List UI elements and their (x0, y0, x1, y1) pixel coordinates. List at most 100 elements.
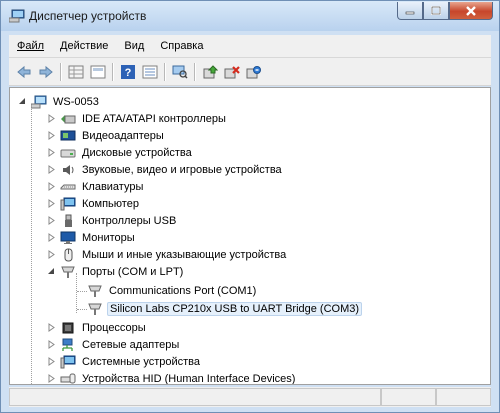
expand-arrow-icon[interactable] (47, 114, 56, 123)
properties-grid-icon[interactable] (68, 64, 84, 80)
device-tree[interactable]: WS-0053 IDE ATA/ATAPI контроллеры Видеоа… (9, 87, 491, 385)
tree-item-label: Порты (COM и LPT) (82, 265, 184, 278)
tree-item-label: Дисковые устройства (82, 146, 192, 159)
tree-item[interactable]: Компьютер (47, 195, 141, 212)
computer-icon (31, 95, 47, 108)
toolbar-separator (194, 62, 196, 81)
update-driver-icon[interactable] (202, 64, 218, 80)
tree-root[interactable]: WS-0053 (18, 93, 101, 110)
toolbar: ? (9, 58, 491, 86)
expand-arrow-icon[interactable] (47, 182, 56, 191)
tree-item-label: Звуковые, видео и игровые устройства (82, 163, 282, 176)
tree-item[interactable]: Контроллеры USB (47, 212, 178, 229)
system-device-icon (60, 355, 76, 368)
title-bar[interactable]: Диспетчер устройств (1, 1, 499, 31)
expand-arrow-icon[interactable] (47, 216, 56, 225)
expand-arrow-icon[interactable] (47, 233, 56, 242)
monitor-icon (60, 231, 76, 244)
tree-connector (77, 291, 87, 292)
disable-device-icon[interactable] (246, 64, 262, 80)
tree-item[interactable]: IDE ATA/ATAPI контроллеры (47, 110, 228, 127)
menu-file[interactable]: Файл (9, 40, 52, 52)
svg-text:?: ? (125, 67, 132, 79)
hid-icon (60, 373, 76, 383)
tree-item-label: Клавиатуры (82, 180, 144, 193)
status-cell-secondary (381, 388, 436, 406)
expand-arrow-icon[interactable] (47, 199, 56, 208)
tree-item-label: Процессоры (82, 321, 146, 334)
device-manager-window: Диспетчер устройств Файл Действие Вид Сп… (0, 0, 500, 413)
tree-item[interactable]: Процессоры (47, 319, 148, 336)
tree-item-label: Мыши и иные указывающие устройства (82, 248, 287, 261)
close-icon (466, 5, 476, 16)
port-icon (88, 303, 102, 315)
tree-item-label: Устройства HID (Human Interface Devices) (82, 372, 296, 385)
speaker-icon (63, 164, 74, 175)
tree-child-label: Silicon Labs CP210x USB to UART Bridge (… (107, 301, 363, 316)
keyboard-icon (60, 184, 76, 189)
display-adapter-icon (60, 130, 76, 140)
window-title: Диспетчер устройств (29, 9, 147, 23)
tree-item-label: IDE ATA/ATAPI контроллеры (82, 112, 226, 125)
toolbar-separator (112, 62, 114, 81)
port-icon (61, 266, 75, 278)
tree-item[interactable]: Сетевые адаптеры (47, 336, 181, 353)
menu-action[interactable]: Действие (52, 40, 116, 52)
toolbar-separator (60, 62, 62, 81)
list-view-icon[interactable] (142, 64, 158, 80)
expand-arrow-icon[interactable] (47, 357, 56, 366)
disk-drive-icon (60, 149, 76, 157)
tree-child-item-selected[interactable]: Silicon Labs CP210x USB to UART Bridge (… (87, 300, 363, 317)
tree-child-label: Communications Port (COM1) (109, 284, 257, 297)
minimize-button[interactable] (397, 2, 423, 20)
tree-connector (31, 106, 32, 384)
collapse-arrow-icon[interactable] (18, 97, 27, 106)
expand-arrow-icon[interactable] (47, 374, 56, 383)
scan-hardware-icon[interactable] (172, 64, 188, 80)
expand-arrow-icon[interactable] (47, 250, 56, 259)
tree-item[interactable]: Устройства HID (Human Interface Devices) (47, 370, 297, 385)
uninstall-icon[interactable] (224, 64, 240, 80)
processor-icon (62, 322, 74, 333)
tree-item[interactable]: Клавиатуры (47, 178, 145, 195)
maximize-icon (431, 6, 441, 15)
expand-arrow-icon[interactable] (47, 131, 56, 140)
back-arrow-icon[interactable] (16, 64, 32, 80)
tree-root-label: WS-0053 (53, 95, 99, 108)
tree-item-label: Контроллеры USB (82, 214, 177, 227)
close-button[interactable] (449, 2, 493, 20)
tree-item[interactable]: Системные устройства (47, 353, 202, 370)
tree-item[interactable]: Видеоадаптеры (47, 127, 166, 144)
tree-item-label: Мониторы (82, 231, 135, 244)
details-icon[interactable] (90, 64, 106, 80)
menu-view[interactable]: Вид (116, 40, 152, 52)
expand-arrow-icon[interactable] (47, 148, 56, 157)
status-bar (9, 387, 491, 407)
tree-item[interactable]: Мониторы (47, 229, 137, 246)
device-manager-icon (9, 9, 25, 23)
tree-item-label: Системные устройства (82, 355, 201, 368)
expand-arrow-icon[interactable] (47, 165, 56, 174)
tree-item-label: Компьютер (82, 197, 139, 210)
ide-controller-icon (61, 114, 76, 123)
menu-bar: Файл Действие Вид Справка (9, 35, 491, 58)
menu-help[interactable]: Справка (152, 40, 211, 52)
tree-connector (77, 309, 87, 310)
tree-item-label: Видеоадаптеры (82, 129, 164, 142)
help-icon[interactable]: ? (120, 64, 136, 80)
maximize-button[interactable] (423, 2, 449, 20)
tree-item-expanded[interactable]: Порты (COM и LPT) (47, 263, 185, 280)
collapse-arrow-icon[interactable] (47, 267, 56, 276)
mouse-icon (64, 248, 73, 261)
tree-item[interactable]: Дисковые устройства (47, 144, 194, 161)
expand-arrow-icon[interactable] (47, 323, 56, 332)
tree-item[interactable]: Звуковые, видео и игровые устройства (47, 161, 284, 178)
expand-arrow-icon[interactable] (47, 340, 56, 349)
status-cell-tertiary (436, 388, 491, 406)
caption-buttons (397, 2, 493, 22)
tree-item[interactable]: Мыши и иные указывающие устройства (47, 246, 288, 263)
forward-arrow-icon[interactable] (38, 64, 54, 80)
usb-icon (65, 214, 72, 227)
tree-child-item[interactable]: Communications Port (COM1) (87, 282, 258, 299)
tree-item-label: Сетевые адаптеры (82, 338, 180, 351)
